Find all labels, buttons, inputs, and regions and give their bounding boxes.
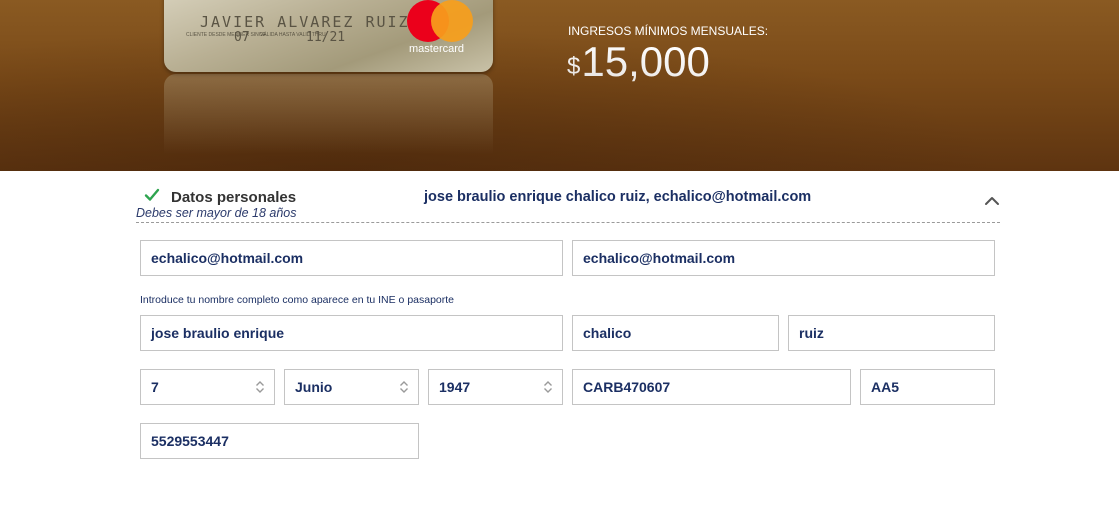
personal-data-section-header[interactable]: Datos personales Debes ser mayor de 18 a… xyxy=(136,185,1000,223)
card-holder-name: JAVIER ALVAREZ RUIZ xyxy=(200,13,410,31)
email-confirm-field[interactable]: echalico@hotmail.com xyxy=(572,240,995,276)
hero-banner: JAVIER ALVAREZ RUIZ CLIENTE DESDE MEMBER… xyxy=(0,0,1119,171)
card-reflection xyxy=(164,74,493,154)
birth-year-select[interactable]: 1947 xyxy=(428,369,563,405)
rfc-field[interactable]: CARB470607 xyxy=(572,369,851,405)
section-summary: jose braulio enrique chalico ruiz, echal… xyxy=(424,189,812,205)
select-spinner-icon xyxy=(400,381,408,393)
income-amount: 15,000 xyxy=(581,38,710,85)
name-hint: Introduce tu nombre completo como aparec… xyxy=(140,294,455,306)
select-spinner-icon xyxy=(256,381,264,393)
birth-year-value: 1947 xyxy=(439,379,471,395)
income-label: INGRESOS MÍNIMOS MENSUALES: xyxy=(568,24,769,38)
last-name-paternal-field[interactable]: chalico xyxy=(572,315,779,351)
last-name-maternal-field[interactable]: ruiz xyxy=(788,315,995,351)
select-spinner-icon xyxy=(544,381,552,393)
section-title: Datos personales xyxy=(171,189,297,206)
income-value: $ 15,000 xyxy=(567,40,710,84)
birth-day-select[interactable]: 7 xyxy=(140,369,275,405)
mastercard-logo: mastercard xyxy=(407,0,479,58)
chevron-up-icon[interactable] xyxy=(984,194,1000,206)
homoclave-field[interactable]: AA5 xyxy=(860,369,995,405)
check-icon xyxy=(144,188,160,201)
first-name-field[interactable]: jose braulio enrique xyxy=(140,315,563,351)
birth-month-value: Junio xyxy=(295,379,333,395)
birth-month-select[interactable]: Junio xyxy=(284,369,419,405)
credit-card-image: JAVIER ALVAREZ RUIZ CLIENTE DESDE MEMBER… xyxy=(164,0,493,72)
section-subtitle: Debes ser mayor de 18 años xyxy=(136,206,297,220)
income-currency: $ xyxy=(567,53,581,80)
birth-day-value: 7 xyxy=(151,379,159,395)
card-member-since-value: 07 xyxy=(234,30,250,45)
email-field[interactable]: echalico@hotmail.com xyxy=(140,240,563,276)
card-valid-thru-value: 11/21 xyxy=(306,30,346,45)
card-member-since-label: CLIENTE DESDE MEMBER SINCE xyxy=(186,32,266,38)
phone-field[interactable]: 5529553447 xyxy=(140,423,419,459)
